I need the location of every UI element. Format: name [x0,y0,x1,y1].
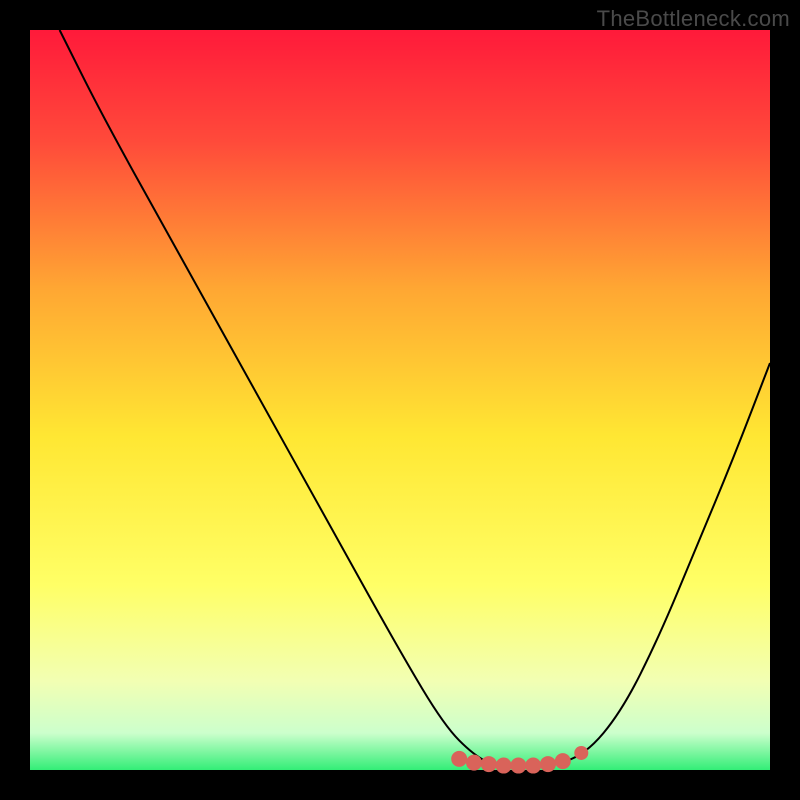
marker-dot [525,758,541,774]
marker-dot [555,753,571,769]
bottleneck-chart [0,0,800,800]
marker-dot [540,756,556,772]
marker-dot [466,755,482,771]
chart-container: TheBottleneck.com [0,0,800,800]
marker-dot [496,758,512,774]
marker-dot [510,758,526,774]
plot-background [30,30,770,770]
marker-dot [574,746,588,760]
marker-dot [451,751,467,767]
marker-dot [481,756,497,772]
watermark-text: TheBottleneck.com [597,6,790,32]
